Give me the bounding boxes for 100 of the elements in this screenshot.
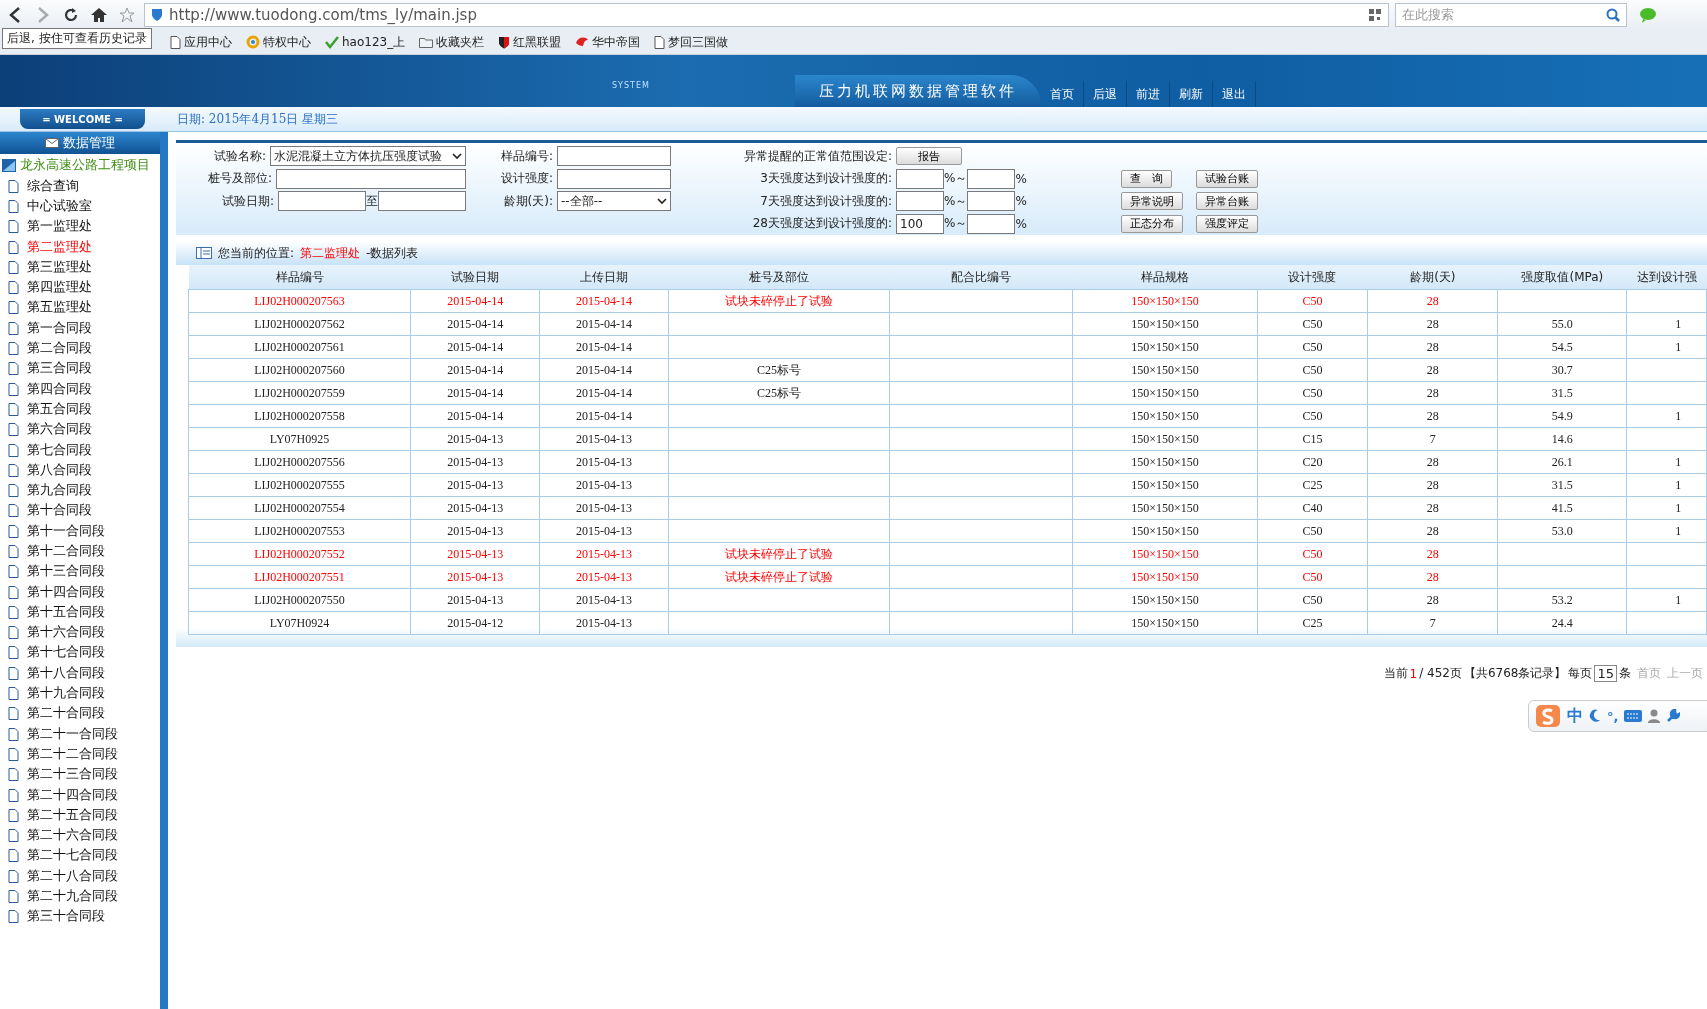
page-icon: [8, 666, 19, 680]
sidebar-item[interactable]: 第二十一合同段: [0, 724, 160, 745]
action-button[interactable]: 异常说明: [1121, 192, 1183, 211]
action-button[interactable]: 查 询: [1121, 169, 1172, 188]
sidebar-item[interactable]: 第九合同段: [0, 480, 160, 501]
sidebar-item[interactable]: 第二十合同段: [0, 703, 160, 724]
sidebar-item[interactable]: 第十九合同段: [0, 683, 160, 704]
page-icon: [8, 788, 19, 802]
sidebar-item[interactable]: 第一合同段: [0, 318, 160, 339]
table-cell: 150×150×150: [1131, 615, 1199, 630]
range-to-field[interactable]: [967, 191, 1016, 212]
folder-icon: [419, 36, 434, 48]
home-icon[interactable]: [90, 7, 108, 23]
breadcrumb-label: 您当前的位置:: [218, 244, 295, 262]
sidebar-item[interactable]: 第二十九合同段: [0, 886, 160, 907]
table-cell: 2015-04-13: [447, 546, 504, 561]
action-button[interactable]: 试验台账: [1196, 169, 1258, 188]
bookmark[interactable]: 梦回三国做: [654, 33, 729, 51]
sidebar-item[interactable]: 第十七合同段: [0, 642, 160, 664]
punctuation-mode[interactable]: °,: [1607, 708, 1619, 724]
sidebar-item[interactable]: 第二十五合同段: [0, 805, 160, 826]
ime-mode[interactable]: 中: [1567, 705, 1583, 727]
action-button[interactable]: 异常台账: [1196, 192, 1258, 211]
sidebar-item[interactable]: 中心试验室: [0, 196, 160, 217]
bookmark[interactable]: 收藏夹栏: [419, 33, 485, 51]
sidebar-item[interactable]: 第十二合同段: [0, 541, 160, 562]
table-cell: 2015-04-14: [447, 408, 504, 423]
sidebar-item[interactable]: 第八合同段: [0, 460, 160, 481]
table-cell: LIJ02H000207556: [254, 454, 345, 469]
tree-root[interactable]: 龙永高速公路工程项目: [0, 154, 160, 176]
sidebar-item[interactable]: 第二十八合同段: [0, 866, 160, 887]
sidebar-item[interactable]: 第十八合同段: [0, 663, 160, 684]
qr-code-icon[interactable]: [1368, 8, 1382, 22]
date-to-field[interactable]: [378, 191, 466, 212]
envelope-icon: [45, 138, 59, 148]
chat-bubble-icon[interactable]: [1639, 7, 1657, 23]
ime-logo-icon[interactable]: [1535, 704, 1561, 728]
sidebar-item[interactable]: 第二十六合同段: [0, 825, 160, 846]
table-cell: C50: [1302, 362, 1323, 377]
address-bar[interactable]: http://www.tuodong.com/tms_ly/main.jsp: [144, 3, 1389, 27]
sidebar-item[interactable]: 第三监理处: [0, 257, 160, 278]
date-from-field[interactable]: [278, 191, 366, 212]
bookmark[interactable]: 华中帝国: [575, 33, 641, 51]
wrench-icon[interactable]: [1666, 709, 1681, 723]
bookmark[interactable]: 特权中心: [246, 33, 311, 51]
star-icon[interactable]: [119, 7, 135, 23]
sidebar-item[interactable]: 第七合同段: [0, 439, 160, 461]
pile-field[interactable]: [276, 168, 466, 189]
age-select[interactable]: --全部--: [557, 191, 671, 212]
range-from-field[interactable]: 100: [896, 213, 944, 234]
report-button[interactable]: 报告: [896, 147, 962, 166]
range-to-field[interactable]: [967, 168, 1016, 189]
bookmark[interactable]: 应用中心: [170, 33, 232, 51]
range-from-field[interactable]: [896, 191, 944, 212]
action-button[interactable]: 正态分布: [1121, 214, 1183, 233]
sidebar-item[interactable]: 第四监理处: [0, 277, 160, 298]
user-icon[interactable]: [1648, 709, 1661, 723]
column-header: 上传日期: [539, 265, 669, 290]
table-cell: C50: [1302, 569, 1323, 584]
back-icon[interactable]: [8, 6, 22, 24]
field-label: 桩号及部位:: [207, 170, 273, 188]
sidebar-item[interactable]: 第二监理处: [0, 236, 160, 258]
sidebar-item[interactable]: 第五合同段: [0, 399, 160, 420]
sample-number-field[interactable]: [557, 146, 671, 167]
per-page-field[interactable]: 15: [1594, 665, 1617, 682]
sidebar-item[interactable]: 第十四合同段: [0, 581, 160, 603]
sidebar-item[interactable]: 第十合同段: [0, 500, 160, 522]
forward-icon[interactable]: [36, 6, 50, 24]
sidebar-item[interactable]: 第二合同段: [0, 338, 160, 359]
design-strength-field[interactable]: [557, 168, 671, 189]
table-cell: 28: [1426, 454, 1439, 469]
sidebar-item[interactable]: 第二十三合同段: [0, 764, 160, 785]
sidebar-item[interactable]: 第二十二合同段: [0, 744, 160, 765]
sidebar-item[interactable]: 第一监理处: [0, 216, 160, 237]
bookmark[interactable]: hao123_上: [325, 33, 406, 51]
table-cell: LIJ02H000207560: [254, 362, 345, 377]
sidebar-item[interactable]: 第六合同段: [0, 419, 160, 440]
sidebar-item[interactable]: 第四合同段: [0, 378, 160, 400]
unit-label: %: [1015, 171, 1027, 186]
sidebar-item[interactable]: 综合查询: [0, 176, 160, 197]
sidebar-item[interactable]: 第三合同段: [0, 358, 160, 379]
sidebar-item[interactable]: 第十五合同段: [0, 602, 160, 623]
sidebar-item[interactable]: 第三十合同段: [0, 906, 160, 927]
range-to-field[interactable]: [967, 213, 1016, 234]
moon-icon[interactable]: [1589, 709, 1601, 723]
sidebar-item[interactable]: 第二十四合同段: [0, 784, 160, 806]
range-from-field[interactable]: [896, 168, 944, 189]
table-cell: LIJ02H000207559: [254, 385, 345, 400]
action-button[interactable]: 强度评定: [1196, 214, 1258, 233]
sidebar-item[interactable]: 第十六合同段: [0, 622, 160, 643]
bookmark[interactable]: 红黑联盟: [498, 33, 562, 51]
keyboard-icon[interactable]: [1624, 710, 1643, 722]
test-name-select[interactable]: 水泥混凝土立方体抗压强度试验: [270, 146, 466, 167]
table-cell: 150×150×150: [1131, 431, 1199, 446]
sidebar-item[interactable]: 第二十七合同段: [0, 845, 160, 867]
unit-label: %: [1015, 216, 1027, 231]
sidebar-item[interactable]: 第十三合同段: [0, 561, 160, 582]
sidebar-item[interactable]: 第十一合同段: [0, 521, 160, 542]
sidebar-item[interactable]: 第五监理处: [0, 297, 160, 319]
reload-icon[interactable]: [63, 7, 79, 23]
